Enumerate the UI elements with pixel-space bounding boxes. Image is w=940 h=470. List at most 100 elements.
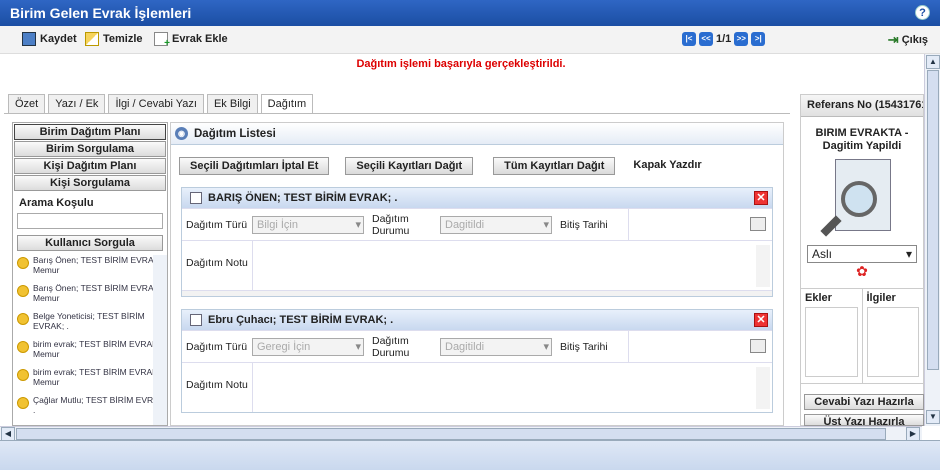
status-select[interactable]: Dagitildi: [440, 215, 552, 234]
cancel-selected-button[interactable]: Seçili Dağıtımları İptal Et: [179, 157, 330, 175]
user-icon: [17, 285, 29, 297]
type-select[interactable]: Geregi İçin: [252, 337, 364, 356]
unit-plan-button[interactable]: Birim Dağıtım Planı: [14, 124, 166, 140]
distribute-selected-button[interactable]: Seçili Kayıtları Dağıt: [345, 157, 474, 175]
note-textarea[interactable]: [252, 363, 772, 412]
exit-icon: ⇥: [887, 32, 899, 47]
vertical-scroll-thumb[interactable]: [927, 70, 939, 370]
list-item[interactable]: birim evrak; TEST BİRİM EVRAK; Memur: [17, 367, 167, 387]
tab-bar: Özet Yazı / Ek İlgi / Cevabi Yazı Ek Bil…: [8, 94, 314, 113]
distribution-list-panel: ◉ Dağıtım Listesi Seçili Dağıtımları İpt…: [170, 122, 784, 426]
user-name: Çağlar Mutlu; TEST BİRİM EVRAK; .: [33, 395, 167, 415]
reply-button[interactable]: Cevabi Yazı Hazırla: [804, 394, 924, 410]
recipient-header: Ebru Çuhacı; TEST BİRİM EVRAK; . ✕: [182, 310, 772, 330]
distribution-actions: Seçili Dağıtımları İptal Et Seçili Kayıt…: [179, 157, 712, 175]
search-label: Arama Koşulu: [19, 197, 94, 209]
add-document-button[interactable]: Evrak Ekle: [154, 32, 228, 49]
tab-summary[interactable]: Özet: [8, 94, 46, 113]
distribution-row: Dağıtım Türü Geregi İçin Dağıtım Durumu …: [182, 330, 772, 363]
exit-button[interactable]: ⇥ Çıkış: [888, 32, 928, 48]
attachments-list[interactable]: [805, 307, 858, 377]
distribution-list-header: ◉ Dağıtım Listesi: [171, 123, 783, 145]
document-status: BIRIM EVRAKTA - Dagitim Yapildi: [815, 127, 909, 152]
user-list-scrollbar[interactable]: [153, 255, 167, 425]
clean-icon: [85, 32, 99, 46]
info-icon: ◉: [175, 127, 188, 140]
user-icon: [17, 313, 29, 325]
related-list[interactable]: [866, 307, 919, 377]
distribution-sidebar: Birim Dağıtım Planı Birim Sorgulama Kişi…: [12, 122, 168, 426]
note-scrollbar[interactable]: [756, 245, 770, 287]
list-item[interactable]: Barış Önen; TEST BİRİM EVRAK; Memur: [17, 283, 167, 303]
recipient-card: BARIŞ ÖNEN; TEST BİRİM EVRAK; . ✕ Dağıtı…: [181, 187, 773, 297]
tab-extra-info[interactable]: Ek Bilgi: [206, 94, 258, 113]
list-item[interactable]: Çağlar Mutlu; TEST BİRİM EVRAK; .: [17, 395, 167, 415]
recipient-card: Ebru Çuhacı; TEST BİRİM EVRAK; . ✕ Dağıt…: [181, 309, 773, 413]
status-label: Dağıtım Durumu: [372, 212, 410, 237]
note-row: Dağıtım Notu: [182, 240, 772, 290]
type-select[interactable]: Bilgi İçin: [252, 215, 364, 234]
close-icon[interactable]: ✕: [754, 313, 768, 327]
tab-distribution[interactable]: Dağıtım: [260, 94, 314, 113]
last-page-icon[interactable]: >|: [751, 32, 766, 46]
scroll-up-icon[interactable]: ▲: [926, 55, 940, 69]
scroll-right-icon[interactable]: ▶: [906, 427, 920, 441]
user-name: birim evrak; TEST BİRİM EVRAK; Memur: [33, 339, 161, 359]
attachments-label: Ekler: [805, 292, 832, 304]
list-item[interactable]: Belge Yoneticisi; TEST BİRİM EVRAK; .: [17, 311, 167, 331]
add-document-icon: [154, 32, 170, 49]
type-label: Dağıtım Türü: [186, 218, 248, 231]
note-textarea[interactable]: [252, 241, 772, 290]
distribute-all-button[interactable]: Tüm Kayıtları Dağıt: [493, 157, 616, 175]
related-label: İlgiler: [866, 292, 896, 304]
user-list: Barış Önen; TEST BİRİM EVRAK; Memur Barı…: [17, 255, 167, 423]
upper-letter-button[interactable]: Üst Yazı Hazırla: [804, 414, 924, 426]
recipient-checkbox[interactable]: [190, 314, 202, 326]
recipient-name: BARIŞ ÖNEN; TEST BİRİM EVRAK; .: [208, 192, 398, 204]
search-input[interactable]: [17, 213, 163, 229]
close-icon[interactable]: ✕: [754, 191, 768, 205]
toolbar: Kaydet Temizle Evrak Ekle |< << 1/1 >> >…: [0, 26, 940, 54]
user-name: Belge Yoneticisi; TEST BİRİM EVRAK; .: [33, 311, 145, 331]
tab-document[interactable]: Yazı / Ek: [48, 94, 106, 113]
attachments-column: Ekler: [801, 289, 863, 383]
distribution-row: Dağıtım Türü Bilgi İçin Dağıtım Durumu D…: [182, 208, 772, 241]
prev-page-icon[interactable]: <<: [699, 32, 713, 46]
recipient-checkbox[interactable]: [190, 192, 202, 204]
tab-related[interactable]: İlgi / Cevabi Yazı: [108, 94, 204, 113]
vertical-scrollbar[interactable]: ▲ ▼: [924, 54, 940, 426]
card-separator: [182, 290, 772, 296]
horizontal-scrollbar[interactable]: ◀ ▶: [0, 426, 922, 441]
add-document-label: Evrak Ekle: [172, 33, 228, 45]
help-icon[interactable]: ?: [915, 5, 930, 20]
first-page-icon[interactable]: |<: [682, 32, 696, 46]
end-date-label: Bitiş Tarihi: [560, 340, 608, 353]
person-query-button[interactable]: Kişi Sorgulama: [14, 175, 166, 191]
scroll-left-icon[interactable]: ◀: [1, 427, 15, 441]
scroll-down-icon[interactable]: ▼: [926, 410, 940, 424]
ribbon-icon: ✿: [856, 263, 868, 279]
list-item[interactable]: Barış Önen; TEST BİRİM EVRAK; Memur: [17, 255, 167, 275]
next-page-icon[interactable]: >>: [734, 32, 749, 46]
cover-print-button[interactable]: Kapak Yazdır: [623, 157, 711, 175]
calendar-icon[interactable]: [750, 338, 766, 353]
recipient-header: BARIŞ ÖNEN; TEST BİRİM EVRAK; . ✕: [182, 188, 772, 208]
list-item[interactable]: birim evrak; TEST BİRİM EVRAK; Memur: [17, 339, 167, 359]
clean-button[interactable]: Temizle: [85, 32, 143, 46]
copy-type-select[interactable]: Aslı: [807, 245, 917, 263]
end-date-field[interactable]: [628, 208, 772, 241]
user-query-button[interactable]: Kullanıcı Sorgula: [17, 235, 163, 251]
save-button[interactable]: Kaydet: [22, 32, 77, 46]
unit-query-button[interactable]: Birim Sorgulama: [14, 141, 166, 157]
end-date-field[interactable]: [628, 330, 772, 363]
note-label: Dağıtım Notu: [186, 379, 248, 391]
user-name: birim evrak; TEST BİRİM EVRAK; Memur: [33, 367, 161, 387]
calendar-icon[interactable]: [750, 216, 766, 231]
status-label: Dağıtım Durumu: [372, 334, 410, 359]
note-scrollbar[interactable]: [756, 367, 770, 409]
status-select[interactable]: Dagitildi: [440, 337, 552, 356]
attachments-panel: Ekler İlgiler: [800, 288, 924, 384]
window-title-bar: Birim Gelen Evrak İşlemleri ?: [0, 0, 940, 26]
horizontal-scroll-thumb[interactable]: [16, 428, 886, 440]
person-plan-button[interactable]: Kişi Dağıtım Planı: [14, 158, 166, 174]
